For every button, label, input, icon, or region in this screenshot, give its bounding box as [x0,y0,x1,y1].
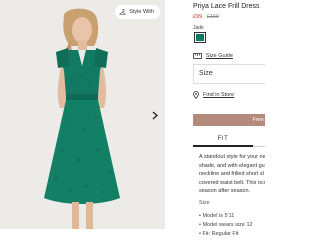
product-title: Priya Lace Frill Dress [193,3,260,10]
size-guide-label: Size Guide [206,53,233,59]
product-photo [0,0,165,229]
list-item: Model is 5'11 [199,212,253,221]
find-in-store-label: Find in Store [203,92,235,98]
style-with-label: Style With [129,9,154,15]
size-guide-link[interactable]: Size Guide [193,53,233,59]
list-item: Model wears size 12 [199,221,252,230]
add-to-bag-button[interactable]: Free Sta [193,114,265,126]
sale-price: £99 [193,14,203,20]
size-select-label: Size [199,70,213,77]
product-info-panel: Priya Lace Frill Dress £99 £160 Jade Siz… [193,0,265,240]
colour-name: Jade [193,25,204,31]
find-in-store-link[interactable]: Find in Store [193,91,234,99]
original-price: £160 [206,14,219,20]
tab-active-indicator [193,145,253,147]
price-row: £99 £160 [193,14,219,20]
specs-list: Model is 5'11 Model wears size 12 Fit: R… [199,212,253,239]
product-image-gallery[interactable]: Style With [0,0,165,229]
specs-heading: Size [199,200,210,206]
product-description: A standout style for your ne shade, and … [199,154,265,194]
list-item: Fit: Regular Fit [199,230,253,239]
tab-fit[interactable]: FIT [193,136,253,142]
hanger-icon [119,8,127,15]
ruler-icon [193,53,202,59]
chevron-right-icon [152,111,158,119]
location-pin-icon [193,91,199,99]
style-with-button[interactable]: Style With [115,5,160,19]
colour-swatch-jade[interactable] [194,32,206,43]
next-image-button[interactable] [151,110,159,120]
